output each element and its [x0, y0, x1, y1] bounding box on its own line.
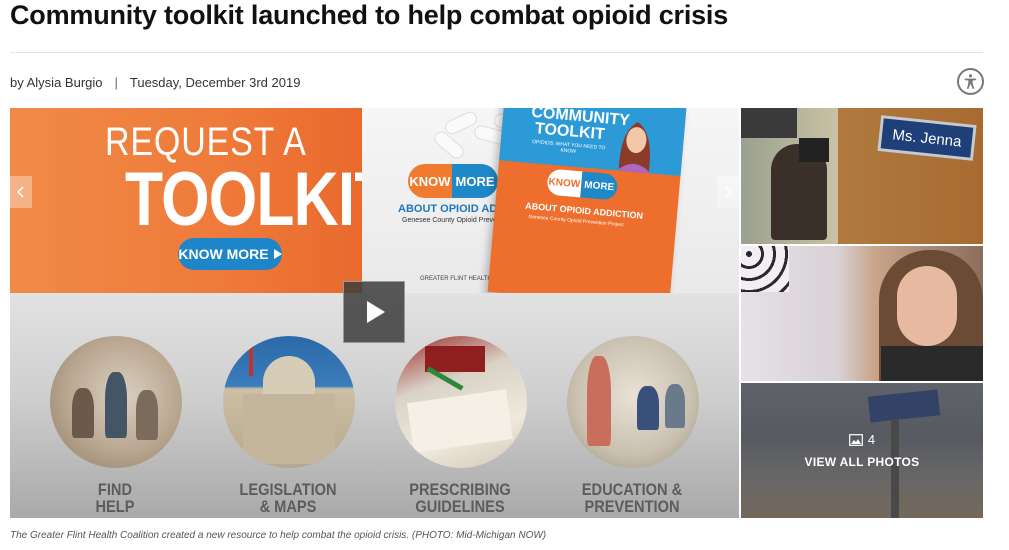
booklet-title: COMMUNITY TOOLKIT [530, 108, 631, 144]
category-line: & MAPS [259, 497, 317, 516]
know-more-badge: KNOW MORE [178, 238, 282, 270]
byline-separator: | [114, 75, 118, 90]
name-plate: Ms. Jenna [877, 115, 977, 161]
play-triangle-icon [273, 249, 282, 259]
image-icon [848, 433, 863, 446]
know-more-label: KNOW MORE [178, 246, 269, 262]
article-headline: Community toolkit launched to help comba… [10, 0, 729, 30]
category-line: GUIDELINES [415, 497, 505, 516]
know-more-logo: KNOW MORE [408, 164, 498, 198]
booklet-logo: KNOW MORE [546, 168, 619, 201]
category-education: EDUCATION & PREVENTION [568, 481, 697, 515]
booklet-logo-know: KNOW [546, 168, 583, 198]
chevron-left-icon [17, 186, 24, 198]
view-all-photos-tile[interactable]: 4 VIEW ALL PHOTOS [741, 383, 983, 518]
woman-illustration-icon [616, 122, 651, 174]
photo-count: 4 [848, 432, 876, 447]
next-photo-button[interactable] [717, 176, 739, 208]
accessibility-button[interactable] [957, 68, 984, 95]
photo-caption: The Greater Flint Health Coalition creat… [10, 530, 547, 541]
category-prescribing: PRESCRIBING GUIDELINES [396, 481, 525, 515]
category-legislation: LEGISLATION & MAPS [224, 481, 353, 515]
play-video-button[interactable] [343, 281, 405, 343]
toolkit-booklet: COMMUNITY TOOLKIT OPIOIDS: WHAT YOU NEED… [487, 108, 687, 308]
chevron-right-icon [725, 186, 732, 198]
byline-date: Tuesday, December 3rd 2019 [129, 75, 301, 90]
category-line: PREVENTION [584, 497, 680, 516]
category-line: LEGISLATION [239, 480, 337, 499]
accessibility-icon [964, 74, 977, 89]
gallery-thumbnail-office[interactable]: Ms. Jenna [741, 108, 983, 244]
prescription-photo [395, 336, 527, 468]
category-line: PRESCRIBING [409, 480, 511, 499]
category-find-help: FIND HELP [51, 481, 180, 515]
photo-count-value: 4 [867, 432, 876, 447]
category-line: EDUCATION & [581, 480, 683, 499]
education-photo [567, 336, 699, 468]
logo-more: MORE [452, 164, 498, 198]
category-line: HELP [95, 497, 135, 516]
banner-toolkit-text: TOOLKIT [125, 157, 392, 242]
toolkit-banner: REQUEST A TOOLKIT KNOW MORE [10, 108, 392, 293]
logo-know: KNOW [408, 164, 452, 198]
view-all-overlay: 4 VIEW ALL PHOTOS [741, 383, 983, 518]
headline-divider [10, 52, 983, 53]
booklet-logo-more: MORE [580, 171, 619, 201]
previous-photo-button[interactable] [10, 176, 32, 208]
play-icon [367, 301, 385, 323]
find-help-photo [50, 336, 182, 468]
gallery-thumbnail-portrait[interactable] [741, 246, 983, 381]
category-line: FIND [97, 480, 133, 499]
byline-author: by Alysia Burgio [10, 75, 103, 90]
view-all-label: VIEW ALL PHOTOS [804, 455, 920, 469]
capitol-photo [223, 336, 355, 468]
booklet-header: COMMUNITY TOOLKIT OPIOIDS: WHAT YOU NEED… [499, 108, 687, 177]
byline: by Alysia Burgio | Tuesday, December 3rd 2… [10, 75, 300, 90]
